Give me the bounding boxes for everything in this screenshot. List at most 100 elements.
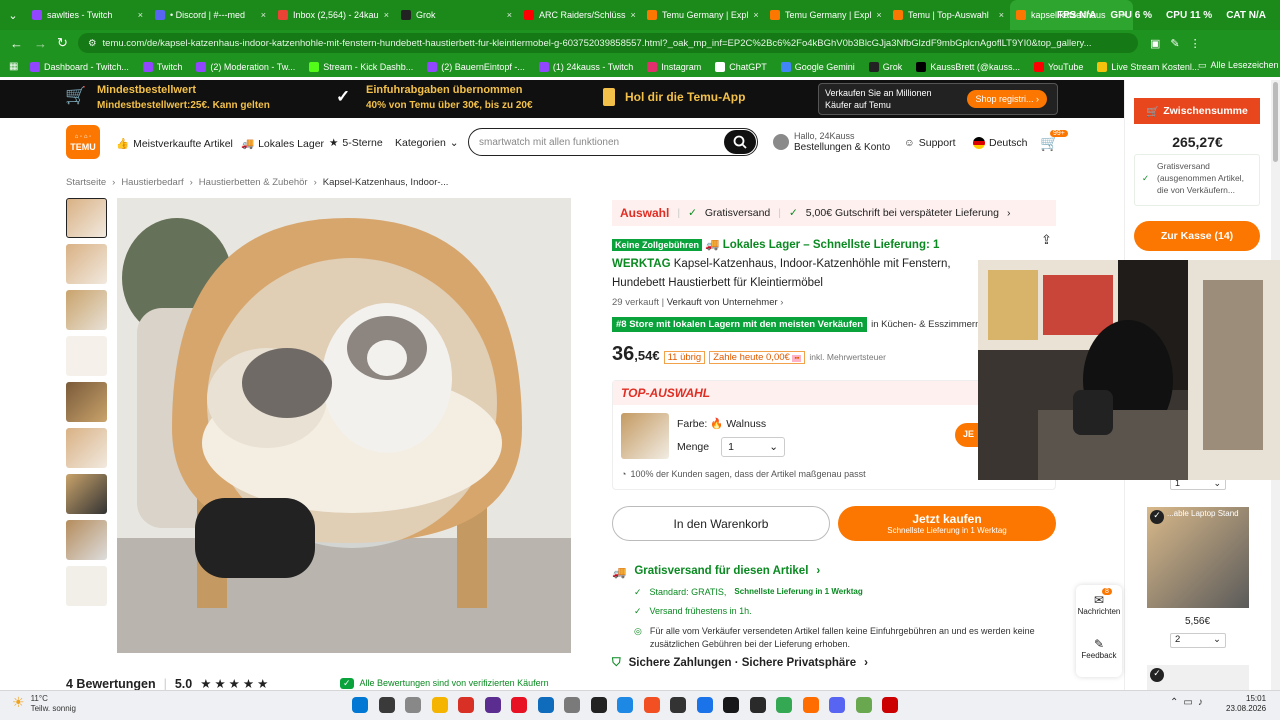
review-count[interactable]: 4 Bewertungen: [66, 677, 156, 691]
close-icon[interactable]: ×: [999, 10, 1004, 20]
crumb-beds[interactable]: Haustierbetten & Zubehör: [199, 177, 308, 188]
nav-local-warehouse[interactable]: 🚚 Lokales Lager: [241, 137, 324, 151]
bookmark-item[interactable]: Stream - Kick Dashb...: [309, 61, 413, 72]
feedback-button[interactable]: ✎ Feedback: [1076, 631, 1122, 677]
taskbar-app-icon[interactable]: [431, 697, 448, 713]
taskbar-app-icon[interactable]: [855, 697, 872, 713]
add-to-cart-button[interactable]: In den Warenkorb: [612, 506, 830, 541]
variant-thumbnail[interactable]: [621, 413, 669, 459]
min-order-promo[interactable]: 🛒 Mindestbestellwert Mindestbestellwert:…: [65, 83, 270, 113]
bookmark-item[interactable]: (1) 24kauss - Twitch: [538, 61, 633, 72]
account-menu[interactable]: Hallo, 24Kauss Bestellungen & Konto: [773, 131, 890, 153]
taskbar-app-icon[interactable]: [670, 697, 686, 713]
app-promo[interactable]: Hol dir die Temu-App: [603, 88, 745, 106]
nav-categories[interactable]: Kategorien ⌄: [395, 137, 459, 149]
seller-register-button[interactable]: Shop registri... ›: [967, 90, 1047, 108]
thumbnail[interactable]: [66, 428, 107, 468]
close-icon[interactable]: ×: [261, 10, 266, 20]
taskbar-app-icon[interactable]: [696, 697, 713, 713]
auswahl-bar[interactable]: Auswahl | ✓ Gratisversand | ✓ 5,00€ Guts…: [612, 200, 1056, 226]
bookmark-item[interactable]: Dashboard - Twitch...: [30, 61, 129, 72]
taskbar-app-icon[interactable]: [882, 697, 898, 713]
nav-bestsellers[interactable]: 👍 Meistverkaufte Artikel: [116, 137, 233, 151]
thumbnail[interactable]: [66, 336, 107, 376]
thumbnail[interactable]: [66, 474, 107, 514]
search-button[interactable]: [724, 130, 756, 154]
cart-item-image[interactable]: ✓ ...able Laptop Stand: [1147, 507, 1249, 608]
taskbar-app-icon[interactable]: [749, 697, 766, 713]
taskbar-app-icon[interactable]: [405, 697, 421, 713]
taskbar-app-icon[interactable]: [537, 697, 554, 713]
temu-logo[interactable]: ⌂ ◦ ⌂ ◦ TEMU: [66, 125, 100, 159]
bookmark-item[interactable]: YouTube: [1033, 61, 1083, 72]
selected-check-icon[interactable]: ✓: [1150, 510, 1164, 524]
product-main-image[interactable]: [117, 198, 571, 653]
buy-now-button[interactable]: Jetzt kaufen Schnellste Lieferung in 1 W…: [838, 506, 1056, 541]
thumbnail[interactable]: [66, 382, 107, 422]
apps-icon[interactable]: ▦: [9, 61, 18, 72]
pay-later-badge[interactable]: Zahle heute 0,00€ ▪▪: [709, 351, 806, 364]
bookmark-item[interactable]: Grok: [868, 61, 902, 72]
taskbar-app-icon[interactable]: [723, 697, 739, 713]
taskbar-app-icon[interactable]: [590, 697, 607, 713]
clock[interactable]: 15:01 23.08.2026: [1226, 694, 1266, 714]
taskbar-app-icon[interactable]: [484, 697, 501, 713]
browser-tab[interactable]: sawlties - Twitch ×: [26, 0, 149, 30]
taskbar-app-icon[interactable]: [511, 697, 527, 713]
close-icon[interactable]: ×: [753, 10, 758, 20]
browser-tab[interactable]: Temu Germany | Expl ×: [641, 0, 764, 30]
secure-payments-row[interactable]: ⛉ Sichere Zahlungen · Sichere Privatsphär…: [612, 657, 1062, 670]
cart-item-qty-select[interactable]: 2 ⌄: [1170, 633, 1226, 648]
close-icon[interactable]: ×: [138, 10, 143, 20]
tab-list-button[interactable]: ⌄: [0, 9, 26, 22]
selected-check-icon[interactable]: ✓: [1150, 668, 1164, 682]
bookmark-item[interactable]: ChatGPT: [715, 61, 767, 72]
seller-promo[interactable]: Verkaufen Sie an Millionen Käufer auf Te…: [818, 83, 1058, 115]
bookmark-item[interactable]: KaussBrett (@kauss...: [916, 61, 1020, 72]
taskbar-app-icon[interactable]: [643, 697, 660, 713]
back-icon[interactable]: ←: [10, 36, 23, 51]
weather-widget[interactable]: ☀ 11°C Teilw. sonnig: [12, 694, 76, 714]
taskbar-app-icon[interactable]: [829, 697, 845, 713]
taskbar-app-icon[interactable]: [617, 697, 633, 713]
thumbnail[interactable]: [66, 290, 107, 330]
close-icon[interactable]: ×: [384, 10, 389, 20]
crumb-pets[interactable]: Haustierbedarf: [121, 177, 183, 188]
address-bar[interactable]: ⚙ temu.com/de/kapsel-katzenhaus-indoor-k…: [78, 33, 1138, 53]
browser-tab[interactable]: Temu | Top-Auswahl ×: [887, 0, 1010, 30]
bookmark-item[interactable]: Google Gemini: [780, 61, 855, 72]
taskbar-app-icon[interactable]: [802, 697, 819, 713]
browser-tab[interactable]: Inbox (2,564) - 24kau ×: [272, 0, 395, 30]
taskbar-app-icon[interactable]: [776, 697, 792, 713]
cart-item-image[interactable]: ✓: [1147, 665, 1249, 690]
close-icon[interactable]: ×: [631, 10, 636, 20]
site-info-icon[interactable]: ⚙: [88, 38, 97, 49]
rank-badge[interactable]: #8 Store mit lokalen Lagern mit den meis…: [612, 317, 868, 332]
checkout-button[interactable]: Zur Kasse (14): [1134, 221, 1260, 251]
extensions-icons[interactable]: ▣✎⋮: [1150, 37, 1211, 50]
qty-select[interactable]: 1 ⌄: [721, 437, 786, 457]
close-icon[interactable]: ×: [876, 10, 881, 20]
start-icon[interactable]: [352, 697, 368, 713]
shipping-title-row[interactable]: 🚚 Gratisversand für diesen Artikel ›: [612, 565, 1062, 579]
taskbar-app-icon[interactable]: [378, 697, 395, 713]
crumb-home[interactable]: Startseite: [66, 177, 106, 188]
taskbar-app-icon[interactable]: [458, 697, 474, 713]
thumbnail[interactable]: [66, 244, 107, 284]
import-promo[interactable]: ✓ Einfuhrabgaben übernommen 40% von Temu…: [336, 83, 533, 113]
browser-tab[interactable]: Grok ×: [395, 0, 518, 30]
nav-five-stars[interactable]: ★ 5-Sterne: [329, 137, 383, 149]
bookmark-item[interactable]: Instagram: [647, 61, 701, 72]
taskbar-app-icon[interactable]: [564, 697, 580, 713]
bookmark-item[interactable]: (2) BauernEintopf -...: [427, 61, 525, 72]
bookmark-item[interactable]: Twitch: [142, 61, 182, 72]
video-thumbnail[interactable]: [66, 520, 107, 560]
search-input[interactable]: smartwatch mit allen funktionen: [468, 128, 758, 156]
bookmark-item[interactable]: (2) Moderation - Tw...: [196, 61, 295, 72]
seller-label[interactable]: Verkauft von Unternehmer: [667, 297, 778, 308]
bookmark-item[interactable]: Live Stream Kostenl...: [1097, 61, 1199, 72]
cart-button[interactable]: 🛒 99+: [1040, 130, 1068, 152]
thumbnail[interactable]: [66, 198, 107, 238]
share-icon[interactable]: ⇪: [1041, 232, 1052, 248]
browser-tab[interactable]: ARC Raiders/Schlüss ×: [518, 0, 641, 30]
